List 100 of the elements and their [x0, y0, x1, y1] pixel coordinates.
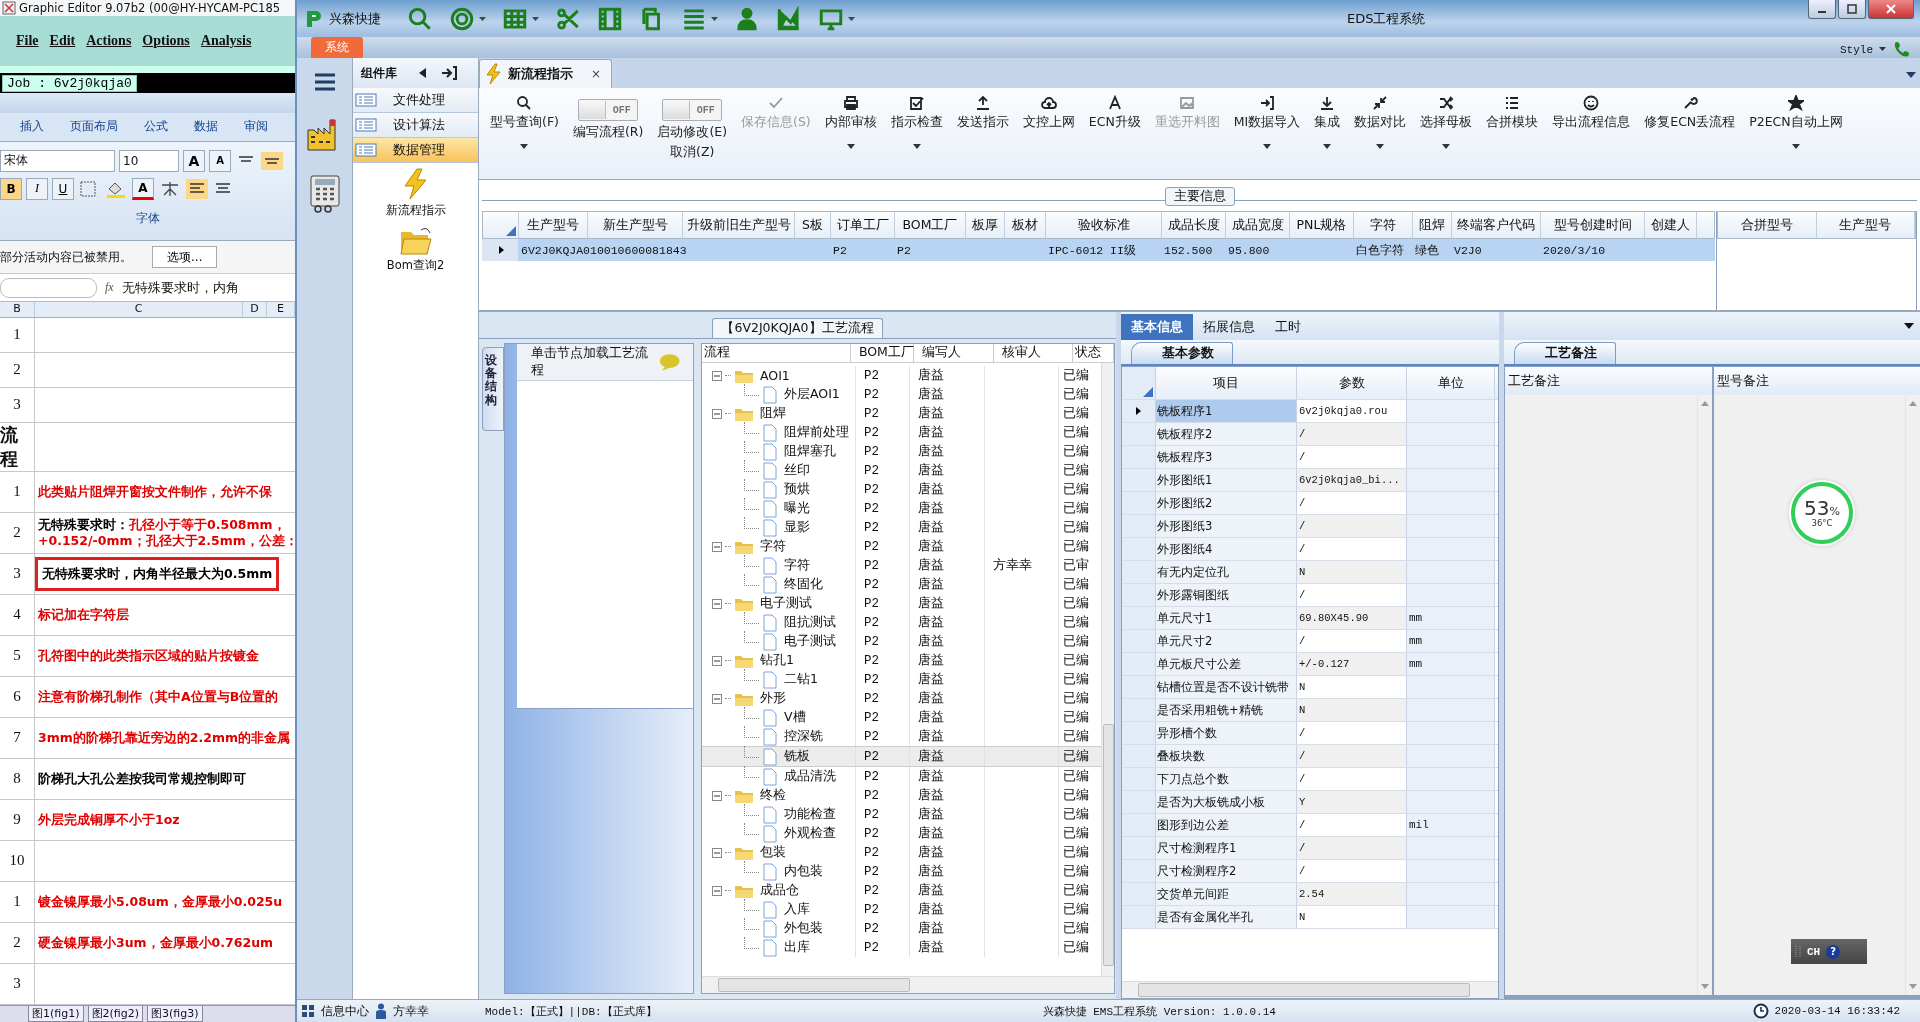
table-row[interactable]: 铣板程序2 /	[1122, 423, 1498, 446]
table-row[interactable]: 铣板程序1 6v2j0kqja0.rou	[1122, 400, 1498, 423]
table-row[interactable]: 叠板块数 /	[1122, 745, 1498, 768]
collapse-icon[interactable]	[419, 68, 427, 78]
lifebuoy-icon[interactable]	[449, 5, 475, 32]
table-row[interactable]: 外形图纸3 /	[1122, 515, 1498, 538]
table-row[interactable]: 6V2J0KQJA010010600081843 P2 P2 IPC-6012 II级 152.500 95.800 白色字符 绿色 V2J0 2020/3/10	[482, 239, 1715, 261]
toolbar-button[interactable]: 合拼模块	[1479, 92, 1546, 134]
tree-row[interactable]: 阻抗测试 P2 唐益 已编	[702, 613, 1101, 632]
table-row[interactable]: 外形图纸4 /	[1122, 538, 1498, 561]
tool-item[interactable]: 新流程指示	[353, 163, 478, 222]
tree-row[interactable]: 成品仓 P2 唐益 已编	[702, 881, 1101, 900]
panel-item[interactable]: 文件处理	[353, 88, 478, 113]
font-size-dropdown[interactable]: 10	[119, 149, 179, 172]
menu-icon[interactable]	[312, 72, 337, 92]
caret-icon[interactable]	[479, 16, 486, 21]
tab[interactable]: 基本信息	[1121, 314, 1193, 340]
ribbon-tab[interactable]: 公式	[144, 118, 168, 136]
tab[interactable]: 基本参数	[1131, 342, 1233, 364]
phone-icon[interactable]	[1892, 40, 1912, 58]
panel-item[interactable]: 数据管理	[353, 138, 478, 163]
tree-row[interactable]: 电子测试 P2 唐益 已编	[702, 594, 1101, 613]
formula-field[interactable]: 无特殊要求时，内角	[121, 278, 239, 297]
tree-row[interactable]: 字符 P2 唐益 已编	[702, 537, 1101, 556]
table-row[interactable]: 单元板尺寸公差 +/-0.127 mm	[1122, 653, 1498, 676]
table-row[interactable]: 外形图纸2 /	[1122, 492, 1498, 515]
table-row[interactable]: 尺寸检测程序2 /	[1122, 860, 1498, 883]
tab[interactable]: 拓展信息	[1193, 314, 1265, 340]
scrollbar[interactable]	[702, 976, 1114, 993]
sheet-tab[interactable]: 图1(fig1)	[28, 1006, 84, 1022]
font-name-dropdown[interactable]: 宋体	[0, 149, 115, 172]
tree-row[interactable]: 字符 P2 唐益 方幸幸 已审	[702, 556, 1101, 575]
tree-row[interactable]: 外形 P2 唐益 已编	[702, 689, 1101, 708]
table-row[interactable]: 有无内定位孔 N	[1122, 561, 1498, 584]
menu-item[interactable]: File	[16, 33, 39, 50]
font-color-button[interactable]: A	[132, 177, 154, 200]
table-row[interactable]: 是否采用粗铣+精铣 N	[1122, 699, 1498, 722]
table-row[interactable]: 交货单元间距 2.54	[1122, 883, 1498, 906]
tree-row[interactable]: 电子测试 P2 唐益 已编	[702, 632, 1101, 651]
align-left-icon[interactable]	[186, 178, 208, 199]
options-button[interactable]: 选项...	[152, 246, 218, 269]
tab[interactable]: 工艺备注	[1514, 342, 1616, 364]
ribbon-tab[interactable]: 审阅	[244, 118, 268, 136]
tree-row[interactable]: 内包装 P2 唐益 已编	[702, 862, 1101, 881]
scroll-up-icon[interactable]	[1909, 401, 1917, 406]
pin-icon[interactable]	[441, 66, 457, 80]
tree-row[interactable]: 显影 P2 唐益 已编	[702, 518, 1101, 537]
tree-row[interactable]: AOI1 P2 唐益 已编	[702, 366, 1101, 385]
tree-row[interactable]: 阻焊 P2 唐益 已编	[702, 404, 1101, 423]
italic-button[interactable]: I	[26, 177, 48, 200]
caret-icon[interactable]	[711, 16, 718, 21]
shrink-font-button[interactable]: A	[209, 149, 231, 172]
tree-row[interactable]: 阻焊塞孔 P2 唐益 已编	[702, 442, 1101, 461]
table-row[interactable]: 是否为大板铣成小板 Y	[1122, 791, 1498, 814]
film-icon[interactable]	[597, 5, 623, 32]
text-area[interactable]	[1713, 395, 1920, 995]
caret-icon[interactable]	[1879, 47, 1886, 51]
toggle-switch[interactable]: OFF 编写流程(R)	[565, 92, 651, 144]
table-row[interactable]: 外形露铜图纸 /	[1122, 584, 1498, 607]
caret-icon[interactable]	[532, 16, 539, 21]
tree-row[interactable]: 终检 P2 唐益 已编	[702, 786, 1101, 805]
tree-row[interactable]: 钻孔1 P2 唐益 已编	[702, 651, 1101, 670]
ribbon-tab[interactable]: 数据	[194, 118, 218, 136]
tree-row[interactable]: 丝印 P2 唐益 已编	[702, 461, 1101, 480]
toolbar-button[interactable]: ECN升级	[1081, 92, 1148, 134]
toolbar-button[interactable]: 型号查询(F)	[483, 92, 566, 152]
tree-row[interactable]: 入库 P2 唐益 已编	[702, 900, 1101, 919]
table-row[interactable]: 钻槽位置是否不设计铣带 N	[1122, 676, 1498, 699]
table-row[interactable]: 铣板程序3 /	[1122, 446, 1498, 469]
table-row[interactable]: 单元尺寸1 69.80X45.90 mm	[1122, 607, 1498, 630]
caret-icon[interactable]	[848, 16, 855, 21]
name-box[interactable]	[0, 277, 97, 298]
tool-item[interactable]: Bom查询2	[353, 222, 478, 277]
toolbar-button[interactable]: 导出流程信息	[1545, 92, 1638, 134]
document-tab[interactable]: 新流程指示 ×	[479, 59, 613, 88]
tree-row[interactable]: 预烘 P2 唐益 已编	[702, 480, 1101, 499]
ribbon-tab[interactable]: 页面布局	[70, 118, 118, 136]
toolbar-button[interactable]: 文控上网	[1015, 92, 1082, 134]
toolbar-button[interactable]: 修复ECN丢流程	[1637, 92, 1743, 134]
align-middle-icon[interactable]	[261, 151, 283, 170]
tree-row[interactable]: 二钻1 P2 唐益 已编	[702, 670, 1101, 689]
table-row[interactable]: 图形到边公差 / mil	[1122, 814, 1498, 837]
area-chart-icon[interactable]	[776, 5, 802, 32]
scroll-down-icon[interactable]	[1909, 984, 1917, 989]
table-row[interactable]: 是否有金属化半孔 N	[1122, 906, 1498, 929]
tree-row[interactable]: V槽 P2 唐益 已编	[702, 708, 1101, 727]
toolbar-button[interactable]: 选择母板	[1413, 92, 1480, 152]
close-button[interactable]	[1868, 0, 1914, 19]
search-icon[interactable]	[407, 5, 433, 32]
style-menu[interactable]: Style	[1840, 44, 1873, 58]
tree-row[interactable]: 外层AOI1 P2 唐益 已编	[702, 385, 1101, 404]
sheet-tab[interactable]: 图2(fig2)	[87, 1006, 143, 1022]
maximize-button[interactable]	[1838, 0, 1866, 19]
tab[interactable]: 工时	[1265, 314, 1311, 340]
menu-item[interactable]: Analysis	[200, 33, 252, 50]
scroll-up-icon[interactable]	[1700, 401, 1709, 406]
tree-row[interactable]: 外包装 P2 唐益 已编	[702, 919, 1101, 938]
tree-row[interactable]: 阻焊前处理 P2 唐益 已编	[702, 423, 1101, 442]
ribbon-tab[interactable]: 插入	[20, 118, 44, 136]
toolbar-button[interactable]: 指示检查	[883, 92, 950, 152]
